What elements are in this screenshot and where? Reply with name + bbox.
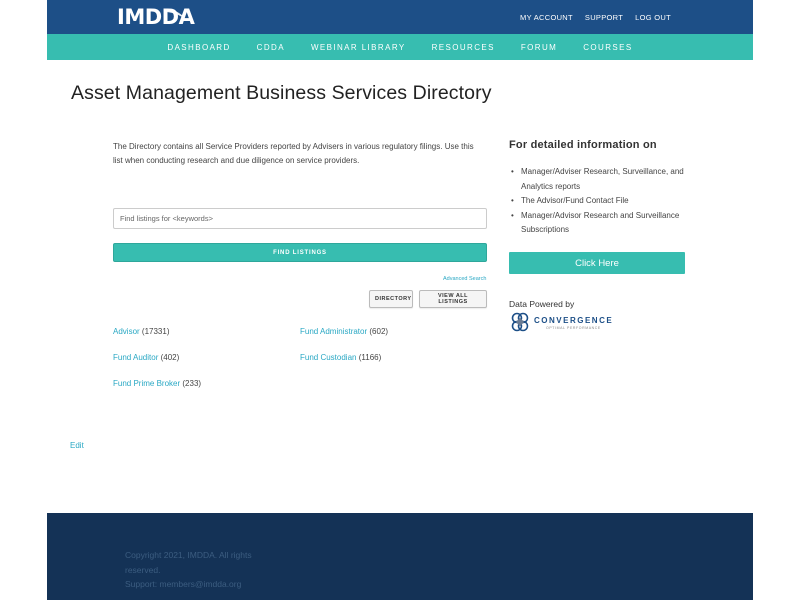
account-links: MY ACCOUNT SUPPORT LOG OUT: [520, 13, 671, 22]
nav-forum[interactable]: FORUM: [521, 43, 557, 52]
list-item: Manager/Advisor Research and Surveillanc…: [511, 209, 691, 238]
view-all-listings-button[interactable]: VIEW ALL LISTINGS: [419, 290, 487, 308]
edit-link[interactable]: Edit: [70, 441, 84, 450]
page-title: Asset Management Business Services Direc…: [71, 82, 492, 104]
category-count: (602): [369, 327, 389, 336]
convergence-wordmark: CONVERGENCE: [534, 316, 614, 325]
nav-resources[interactable]: RESOURCES: [432, 43, 495, 52]
nav-courses[interactable]: COURSES: [583, 43, 632, 52]
footer-info: Copyright 2021, IMDDA. All rights reserv…: [125, 548, 285, 592]
category-link-advisor[interactable]: Advisor: [113, 327, 140, 336]
category-count: (1166): [358, 353, 382, 362]
click-here-button[interactable]: Click Here: [509, 252, 685, 274]
footer-support[interactable]: Support: members@imdda.org: [125, 577, 285, 592]
category-link-fund-administrator[interactable]: Fund Administrator: [300, 327, 367, 336]
category-link-fund-prime-broker[interactable]: Fund Prime Broker: [113, 379, 180, 388]
listing-search-input[interactable]: [113, 208, 487, 229]
powered-by-label: Data Powered by: [509, 299, 575, 309]
convergence-tagline: OPTIMAL PERFORMANCE: [546, 326, 601, 330]
convergence-emblem-icon: [511, 312, 529, 332]
find-listings-button[interactable]: FIND LISTINGS: [113, 243, 487, 262]
category-count: (402): [160, 353, 180, 362]
category-item: Fund Prime Broker (233): [113, 379, 201, 388]
log-out-link[interactable]: LOG OUT: [635, 13, 671, 22]
footer-copyright: Copyright 2021, IMDDA. All rights reserv…: [125, 550, 252, 575]
category-item: Fund Administrator (602): [300, 327, 388, 336]
main-nav: DASHBOARD CDDA WEBINAR LIBRARY RESOURCES…: [47, 34, 753, 60]
directory-button[interactable]: DIRECTORY: [369, 290, 413, 308]
logo-swoosh-icon: [167, 9, 185, 19]
list-item: Manager/Adviser Research, Surveillance, …: [511, 165, 691, 194]
directory-intro: The Directory contains all Service Provi…: [113, 142, 474, 165]
category-count: (233): [182, 379, 202, 388]
category-link-fund-auditor[interactable]: Fund Auditor: [113, 353, 158, 362]
page: IMDDA MY ACCOUNT SUPPORT LOG OUT DASHBOA…: [47, 0, 753, 600]
advanced-search-link[interactable]: Advanced Search: [443, 276, 486, 282]
sidebar-title: For detailed information on: [509, 139, 657, 151]
category-item: Fund Auditor (402): [113, 353, 179, 362]
category-item: Fund Custodian (1166): [300, 353, 381, 362]
category-link-fund-custodian[interactable]: Fund Custodian: [300, 353, 356, 362]
support-link[interactable]: SUPPORT: [585, 13, 623, 22]
sidebar-list: Manager/Adviser Research, Surveillance, …: [511, 165, 691, 238]
category-count: (17331): [141, 327, 170, 336]
top-header: IMDDA MY ACCOUNT SUPPORT LOG OUT: [47, 0, 753, 34]
nav-webinar-library[interactable]: WEBINAR LIBRARY: [311, 43, 406, 52]
list-item: The Advisor/Fund Contact File: [511, 194, 691, 209]
my-account-link[interactable]: MY ACCOUNT: [520, 13, 573, 22]
imdda-logo[interactable]: IMDDA: [117, 4, 195, 30]
footer: Copyright 2021, IMDDA. All rights reserv…: [47, 513, 753, 600]
category-item: Advisor (17331): [113, 327, 170, 336]
convergence-logo: CONVERGENCE OPTIMAL PERFORMANCE: [509, 311, 619, 333]
nav-dashboard[interactable]: DASHBOARD: [167, 43, 230, 52]
nav-cdda[interactable]: CDDA: [257, 43, 285, 52]
